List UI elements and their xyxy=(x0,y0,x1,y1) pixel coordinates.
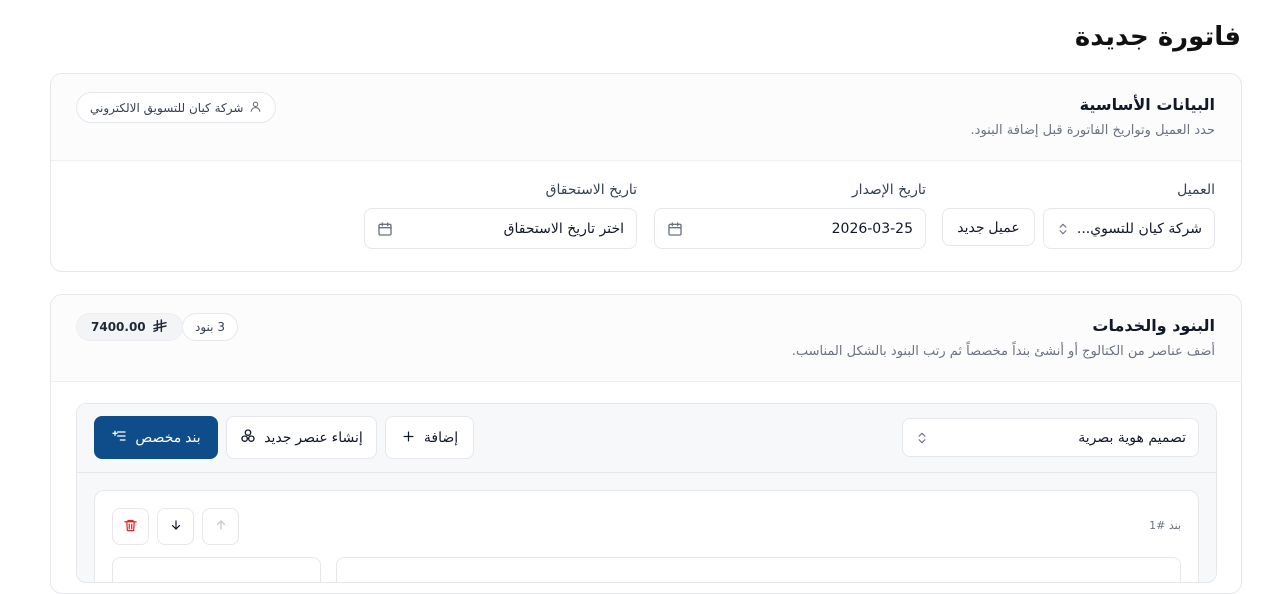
list-plus-icon xyxy=(111,428,127,447)
items-total-value: 7400.00 xyxy=(91,320,146,334)
create-item-button[interactable]: إنشاء عنصر جديد xyxy=(226,416,377,459)
create-item-label: إنشاء عنصر جديد xyxy=(264,429,363,445)
selected-client-name: شركة كيان للتسويق الالكتروني xyxy=(90,100,244,115)
client-select-value: شركة كيان للتسوي... xyxy=(1076,220,1202,237)
calendar-icon xyxy=(667,221,683,237)
arrow-down-icon xyxy=(169,518,183,535)
component-icon xyxy=(240,428,256,447)
custom-item-button[interactable]: بند مخصص xyxy=(94,416,218,459)
trash-icon xyxy=(123,518,138,536)
items-toolbar: تصميم هوية بصرية إضافة إنشاء عنصر جديد ب… xyxy=(76,403,1217,583)
basic-data-card: البيانات الأساسية حدد العميل وتواريخ الف… xyxy=(50,73,1242,272)
due-date-input[interactable]: اختر تاريخ الاستحقاق xyxy=(364,208,637,249)
calendar-icon xyxy=(377,221,393,237)
custom-item-label: بند مخصص xyxy=(135,429,201,445)
move-down-button[interactable] xyxy=(157,508,194,545)
items-toolbar-actions: تصميم هوية بصرية إضافة إنشاء عنصر جديد ب… xyxy=(77,404,1216,473)
due-date-placeholder: اختر تاريخ الاستحقاق xyxy=(503,220,624,237)
items-total-badge: 7400.00 xyxy=(76,313,183,341)
selected-client-badge: شركة كيان للتسويق الالكتروني xyxy=(76,92,277,123)
basic-data-description: حدد العميل وتواريخ الفاتورة قبل إضافة ال… xyxy=(970,123,1215,138)
line-item-number: بند #1 xyxy=(1149,519,1181,532)
item-description-field[interactable] xyxy=(336,557,1181,582)
user-icon xyxy=(249,100,262,116)
client-select[interactable]: شركة كيان للتسوي... xyxy=(1043,208,1215,249)
items-header: البنود والخدمات أضف عناصر من الكتالوج أو… xyxy=(51,295,1241,382)
catalog-select-value: تصميم هوية بصرية xyxy=(1078,429,1186,446)
add-item-label: إضافة xyxy=(423,429,459,445)
due-date-label: تاريخ الاستحقاق xyxy=(545,182,637,198)
items-title: البنود والخدمات xyxy=(1092,316,1215,335)
issue-date-label: تاريخ الإصدار xyxy=(851,182,926,198)
catalog-select[interactable]: تصميم هوية بصرية xyxy=(902,418,1199,457)
items-card: البنود والخدمات أضف عناصر من الكتالوج أو… xyxy=(50,294,1242,594)
chevrons-updown-icon xyxy=(1056,222,1070,236)
items-count-badge: 3 بنود xyxy=(182,313,238,341)
client-label: العميل xyxy=(1177,182,1215,198)
arrow-up-icon xyxy=(214,518,228,535)
new-client-button[interactable]: عميل جديد xyxy=(942,208,1035,246)
chevrons-updown-icon xyxy=(915,431,929,445)
basic-data-header: البيانات الأساسية حدد العميل وتواريخ الف… xyxy=(51,74,1241,161)
issue-date-value: 2026-03-25 xyxy=(831,220,913,237)
add-item-button[interactable]: إضافة xyxy=(385,416,474,459)
item-price-field[interactable] xyxy=(112,557,321,582)
riyal-icon xyxy=(152,318,168,336)
items-description: أضف عناصر من الكتالوج أو أنشئ بنداً مخصص… xyxy=(791,344,1215,359)
delete-item-button[interactable] xyxy=(112,508,149,545)
move-up-button[interactable] xyxy=(202,508,239,545)
plus-icon xyxy=(401,429,416,447)
issue-date-input[interactable]: 2026-03-25 xyxy=(654,208,926,249)
basic-data-title: البيانات الأساسية xyxy=(1079,95,1215,114)
page-title: فاتورة جديدة xyxy=(1074,22,1241,52)
line-item-card: بند #1 xyxy=(94,490,1199,582)
